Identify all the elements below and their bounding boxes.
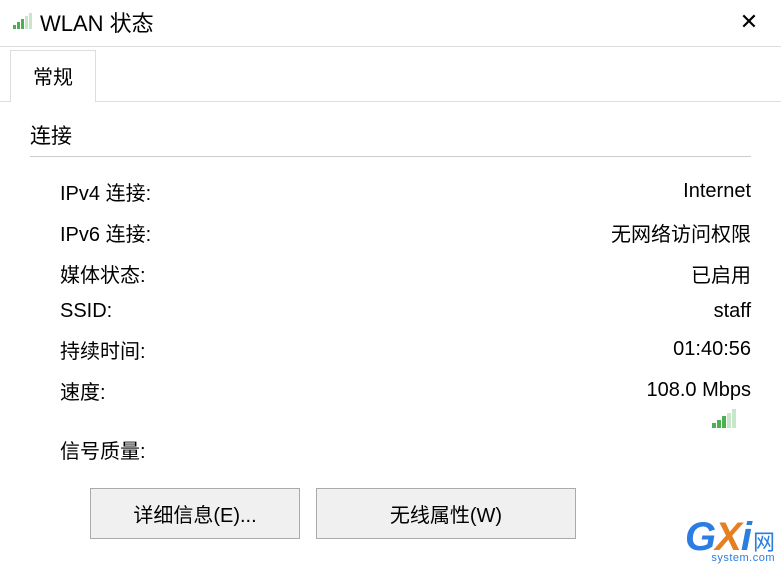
row-speed: 速度: 108.0 Mbps (30, 370, 751, 411)
title-bar: WLAN 状态 ✕ (0, 0, 781, 47)
value-speed: 108.0 Mbps (646, 379, 751, 402)
tab-strip: 常规 (0, 49, 781, 102)
close-button[interactable]: ✕ (729, 9, 769, 35)
content-area: 连接 IPv4 连接: Internet IPv6 连接: 无网络访问权限 媒体… (0, 102, 781, 549)
row-signal-icon (30, 409, 751, 429)
button-row: 详细信息(E)... 无线属性(W) (30, 488, 751, 539)
row-ssid: SSID: staff (30, 294, 751, 329)
value-ssid: staff (714, 300, 751, 323)
watermark: GXi网 system.com (685, 517, 775, 564)
label-ssid: SSID: (60, 300, 112, 323)
tab-general[interactable]: 常规 (10, 50, 96, 102)
wireless-properties-button[interactable]: 无线属性(W) (316, 488, 576, 539)
label-media-state: 媒体状态: (60, 259, 146, 288)
signal-strength-icon (711, 409, 737, 429)
row-media-state: 媒体状态: 已启用 (30, 253, 751, 294)
value-ipv4: Internet (683, 180, 751, 203)
details-button[interactable]: 详细信息(E)... (90, 488, 300, 539)
row-duration: 持续时间: 01:40:56 (30, 329, 751, 370)
section-connection-title: 连接 (30, 120, 751, 150)
section-divider (30, 156, 751, 157)
row-ipv6: IPv6 连接: 无网络访问权限 (30, 212, 751, 253)
value-ipv6: 无网络访问权限 (611, 218, 751, 247)
label-ipv4: IPv4 连接: (60, 177, 151, 206)
value-media-state: 已启用 (691, 259, 751, 288)
window-title: WLAN 状态 (40, 6, 729, 38)
wifi-signal-icon (12, 13, 32, 31)
value-duration: 01:40:56 (673, 338, 751, 361)
label-duration: 持续时间: (60, 335, 146, 364)
label-signal-quality: 信号质量: (30, 431, 751, 470)
row-ipv4: IPv4 连接: Internet (30, 171, 751, 212)
label-speed: 速度: (60, 376, 106, 405)
label-ipv6: IPv6 连接: (60, 218, 151, 247)
